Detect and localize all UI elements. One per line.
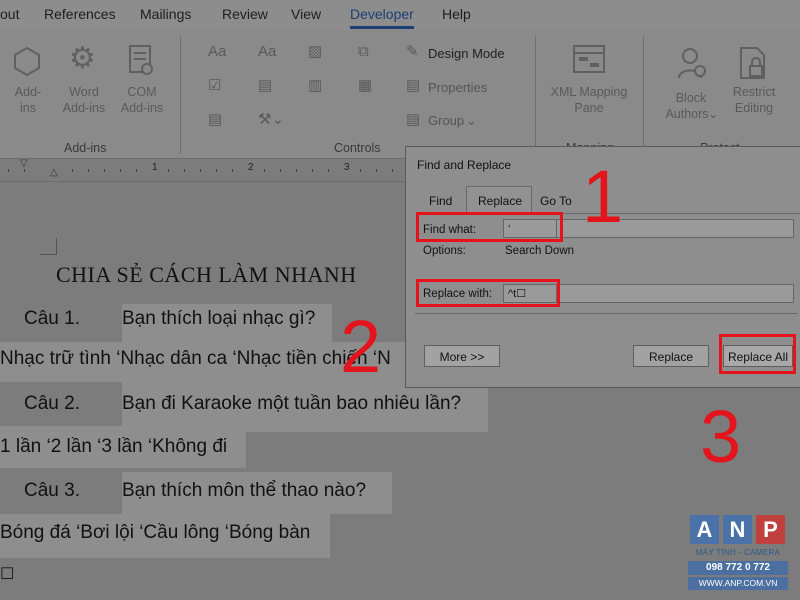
logo-letter: P — [756, 515, 785, 544]
group-divider — [535, 36, 536, 154]
restrict-editing-label-line1: Restrict — [732, 85, 776, 99]
logo-phone: 098 772 0 772 — [688, 561, 788, 575]
group-divider — [643, 36, 644, 154]
first-line-indent-marker[interactable]: ▽ — [20, 158, 28, 169]
document-lock-icon — [738, 46, 768, 84]
dialog-title: Find and Replace — [417, 158, 512, 172]
trailing-checkbox-symbol: ☐ — [0, 566, 15, 583]
design-mode-icon: ✎ — [406, 43, 419, 60]
combo-box-control-icon[interactable]: ▤ — [258, 78, 272, 94]
com-add-ins-label-line1: COM — [127, 85, 157, 99]
question-1-answers: Nhạc trữ tình ‘Nhạc dân ca ‘Nhạc tiền ch… — [0, 348, 391, 369]
checkbox-control-icon[interactable]: ☑ — [208, 78, 221, 94]
word-add-ins-label-line2: Add-ins — [62, 101, 106, 115]
com-addins-icon — [128, 44, 154, 80]
dialog-divider — [415, 313, 797, 314]
group-icon: ▤ — [406, 111, 421, 128]
plain-text-control-icon[interactable]: Aa — [258, 44, 276, 60]
chevron-down-icon: ⌄ — [708, 107, 719, 121]
block-authors-label-line1: Block — [675, 91, 707, 105]
logo-website: WWW.ANP.COM.VN — [688, 577, 788, 590]
question-3-text: Bạn thích môn thể thao nào? — [122, 480, 367, 501]
options-label: Options: — [423, 245, 466, 257]
options-value: Search Down — [505, 245, 575, 257]
step-1-highlight-box — [416, 212, 563, 242]
picture-control-icon[interactable]: ▨ — [308, 44, 322, 60]
question-3-label: Câu 3. — [24, 480, 80, 501]
repeating-section-control-icon[interactable]: ▤ — [208, 112, 222, 128]
block-authors-label-line2: Authors — [665, 107, 709, 121]
logo-letter: N — [723, 515, 752, 544]
step-1-number: 1 — [582, 155, 624, 238]
ruler-number: 1 — [152, 162, 158, 173]
document-title: CHIA SẺ CÁCH LÀM NHANH — [56, 262, 357, 287]
tab-references[interactable]: References — [44, 6, 116, 22]
group-divider — [180, 36, 181, 154]
group-chevron-down-icon: ⌄ — [466, 113, 477, 128]
gear-icon: ⚙ — [69, 42, 96, 75]
question-1-text: Bạn thích loại nhạc gì? — [122, 308, 316, 329]
active-tab-indicator — [350, 26, 414, 29]
step-3-highlight-box — [719, 334, 796, 374]
add-ins-group-label: Add-ins — [64, 141, 107, 155]
legacy-tools-icon[interactable]: ⚒⌄ — [258, 112, 284, 128]
step-2-number: 2 — [340, 305, 382, 388]
group-button[interactable]: Group — [428, 113, 464, 128]
xml-mapping-label-line1: XML Mapping — [550, 85, 628, 99]
tab-find[interactable]: Find — [429, 194, 452, 208]
tab-layout[interactable]: out — [0, 6, 19, 22]
hexagon-addins-icon — [12, 46, 42, 80]
question-1-label: Câu 1. — [24, 308, 80, 329]
step-3-number: 3 — [700, 395, 742, 478]
com-add-ins-label-line2: Add-ins — [120, 101, 164, 115]
dropdown-list-control-icon[interactable]: ▥ — [308, 78, 322, 94]
controls-group-label: Controls — [334, 141, 381, 155]
replace-button[interactable]: Replace — [633, 345, 709, 367]
design-mode-button[interactable]: Design Mode — [428, 46, 505, 61]
building-block-control-icon[interactable]: ⧉ — [358, 44, 369, 60]
ruler-number: 2 — [248, 162, 254, 173]
person-block-icon — [677, 46, 707, 84]
page-margin-corner — [40, 238, 57, 255]
left-indent-marker[interactable]: △ — [50, 167, 58, 178]
tab-review[interactable]: Review — [222, 6, 268, 22]
tab-developer[interactable]: Developer — [350, 6, 414, 22]
anp-logo: A N P MÁY TÍNH - CAMERA 098 772 0 772 WW… — [688, 515, 788, 597]
xml-mapping-label-line2: Pane — [574, 101, 604, 115]
ruler-number: 3 — [344, 162, 350, 173]
restrict-editing-label-line2: Editing — [734, 101, 774, 115]
date-picker-control-icon[interactable]: ▦ — [358, 78, 372, 94]
question-3-answers: Bóng đá ‘Bơi lội ‘Cầu lông ‘Bóng bàn — [0, 522, 311, 543]
add-ins-label-line1: Add- — [14, 85, 42, 99]
add-ins-label-line2: ins — [20, 101, 36, 115]
logo-letter: A — [690, 515, 719, 544]
rich-text-control-icon[interactable]: Aa — [208, 44, 226, 60]
tab-go-to[interactable]: Go To — [540, 194, 572, 208]
logo-tagline: MÁY TÍNH - CAMERA — [695, 548, 781, 557]
question-2-answers: 1 lần ‘2 lần ‘3 lần ‘Không đi — [0, 436, 228, 457]
properties-icon: ▤ — [406, 77, 421, 94]
more-options-button[interactable]: More >> — [424, 345, 500, 367]
replace-with-input-extension[interactable] — [557, 284, 794, 303]
question-2-text: Bạn đi Karaoke một tuần bao nhiêu lần? — [122, 393, 462, 414]
question-2-label: Câu 2. — [24, 393, 80, 414]
tab-mailings[interactable]: Mailings — [140, 6, 191, 22]
tab-replace[interactable]: Replace — [478, 194, 522, 208]
xml-mapping-icon — [572, 44, 606, 78]
step-2-highlight-box — [416, 279, 560, 307]
horizontal-ruler[interactable]: 1 2 3 ▽ △ — [0, 158, 420, 182]
tab-view[interactable]: View — [291, 6, 321, 22]
properties-button[interactable]: Properties — [428, 80, 487, 95]
tab-help[interactable]: Help — [442, 6, 471, 22]
word-add-ins-label-line1: Word — [69, 85, 99, 99]
